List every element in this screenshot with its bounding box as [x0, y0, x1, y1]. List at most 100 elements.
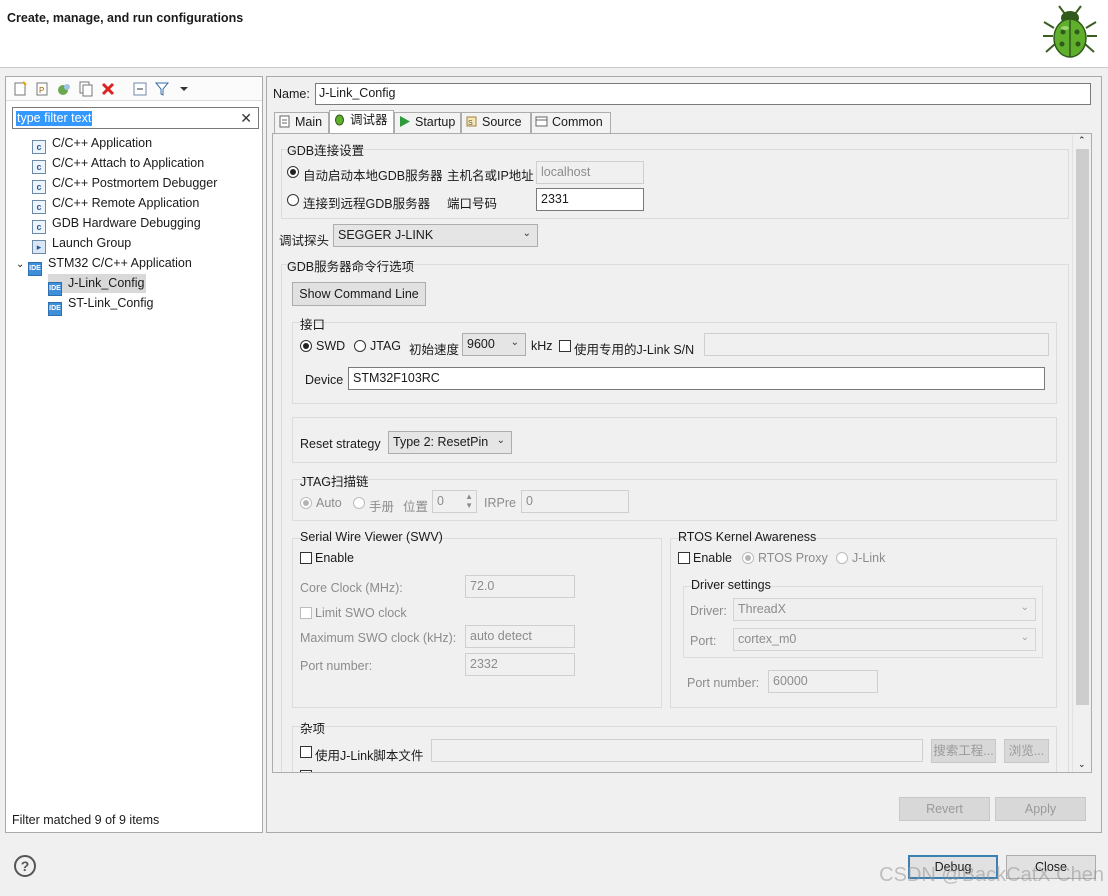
- tree-item-cpp-remote[interactable]: c C/C++ Remote Application: [32, 194, 199, 214]
- limit-swo-checkbox[interactable]: [300, 607, 312, 619]
- c-config-icon: c: [32, 200, 46, 214]
- tree-item-gdb-hardware[interactable]: c GDB Hardware Debugging: [32, 214, 201, 234]
- delete-icon[interactable]: [100, 81, 116, 97]
- duplicate-icon[interactable]: [78, 81, 94, 97]
- tab-main[interactable]: Main: [274, 112, 329, 133]
- common-icon: [535, 116, 548, 127]
- probe-select[interactable]: SEGGER J-LINK ⌄: [333, 224, 538, 247]
- rtos-proxy-radio[interactable]: [742, 552, 754, 564]
- tree-item-stm32-application[interactable]: ⌄ IDE STM32 C/C++ Application: [16, 254, 192, 276]
- revert-button[interactable]: Revert: [899, 797, 990, 821]
- rtos-jlink-radio[interactable]: [836, 552, 848, 564]
- export-icon[interactable]: [56, 81, 72, 97]
- tree-item-cpp-postmortem[interactable]: c C/C++ Postmortem Debugger: [32, 174, 217, 194]
- auto-start-label: 自动启动本地GDB服务器: [303, 169, 443, 183]
- jlink-sn-input[interactable]: [704, 333, 1049, 356]
- reset-strategy-select[interactable]: Type 2: ResetPin ⌄: [388, 431, 512, 454]
- new-config-icon[interactable]: [12, 81, 28, 97]
- swv-enable-label: Enable: [315, 551, 354, 565]
- swv-port-input[interactable]: 2332: [465, 653, 575, 676]
- jlink-sn-checkbox[interactable]: [559, 340, 571, 352]
- chevron-down-icon: ⌄: [1020, 632, 1029, 643]
- rtos-title: RTOS Kernel Awareness: [678, 530, 817, 544]
- source-icon: S: [466, 116, 477, 127]
- show-command-line-button[interactable]: Show Command Line: [292, 282, 426, 306]
- driver-settings-title: Driver settings: [691, 578, 771, 592]
- driver-label: Driver:: [690, 604, 727, 618]
- core-clock-input[interactable]: 72.0: [465, 575, 575, 598]
- tab-debugger[interactable]: 调试器: [329, 110, 394, 133]
- tree-item-launch-group[interactable]: ▸ Launch Group: [32, 234, 131, 254]
- filter-status: Filter matched 9 of 9 items: [12, 813, 160, 827]
- position-spinner[interactable]: 0 ▲ ▼: [432, 490, 477, 513]
- dialog-header: Create, manage, and run configurations: [0, 0, 1108, 68]
- apply-button[interactable]: Apply: [995, 797, 1086, 821]
- ide-config-icon: IDE: [28, 262, 42, 276]
- config-tree-panel: P type filter text ✕ c C/C++ Application …: [5, 76, 263, 833]
- tree-item-cpp-application[interactable]: c C/C++ Application: [32, 134, 152, 154]
- filter-input[interactable]: type filter text ✕: [12, 107, 259, 129]
- filter-icon[interactable]: [154, 81, 170, 97]
- rtos-port-number-input[interactable]: 60000: [768, 670, 878, 693]
- swd-label: SWD: [316, 339, 346, 353]
- swv-port-label: Port number:: [300, 659, 373, 673]
- tree-item-cpp-attach[interactable]: c C/C++ Attach to Application: [32, 154, 204, 174]
- vertical-scrollbar[interactable]: ⌃ ⌄: [1072, 135, 1091, 772]
- max-swo-label: Maximum SWO clock (kHz):: [300, 631, 457, 645]
- swd-radio[interactable]: [300, 340, 312, 352]
- scroll-down-icon[interactable]: ⌄: [1078, 759, 1086, 770]
- jtag-chain-title: JTAG扫描链: [300, 475, 369, 489]
- jtag-auto-radio[interactable]: [300, 497, 312, 509]
- help-icon[interactable]: ?: [14, 855, 36, 877]
- driver-select[interactable]: ThreadX ⌄: [733, 598, 1036, 621]
- interface-title: 接口: [300, 318, 326, 332]
- scrollbar-thumb[interactable]: [1076, 149, 1089, 705]
- watermark: CSDN @BackCatX Chen: [879, 864, 1104, 886]
- tab-source[interactable]: S Source: [461, 112, 531, 133]
- max-swo-input[interactable]: auto detect: [465, 625, 575, 648]
- speed-select[interactable]: 9600 ⌄: [462, 333, 526, 356]
- tab-startup[interactable]: Startup: [394, 112, 461, 133]
- port-input[interactable]: 2331: [536, 188, 644, 211]
- view-menu-icon[interactable]: [176, 81, 192, 97]
- rtos-port-select[interactable]: cortex_m0 ⌄: [733, 628, 1036, 651]
- device-input[interactable]: STM32F103RC: [348, 367, 1045, 390]
- extra-checkbox[interactable]: [300, 770, 312, 772]
- jtag-label: JTAG: [370, 339, 402, 353]
- browse-button[interactable]: 浏览...: [1004, 739, 1049, 763]
- probe-label: 调试探头: [279, 234, 330, 248]
- khz-label: kHz: [531, 339, 553, 353]
- name-label: Name:: [273, 87, 310, 101]
- host-input[interactable]: localhost: [536, 161, 644, 184]
- chevron-down-icon[interactable]: ⌄: [16, 255, 28, 274]
- new-prototype-icon[interactable]: P: [34, 81, 50, 97]
- jtag-auto-label: Auto: [316, 496, 342, 510]
- port-label: 端口号码: [447, 197, 498, 211]
- tree-item-stlink-config[interactable]: IDE ST-Link_Config: [48, 294, 153, 316]
- ide-config-icon: IDE: [48, 302, 62, 316]
- tree-item-jlink-config[interactable]: IDE J-Link_Config: [48, 274, 147, 296]
- rtos-proxy-label: RTOS Proxy: [758, 551, 828, 565]
- tab-common[interactable]: Common: [531, 112, 611, 133]
- irpre-label: IRPre: [484, 496, 516, 510]
- jlink-script-input[interactable]: [431, 739, 923, 762]
- scroll-up-icon[interactable]: ⌃: [1078, 135, 1086, 146]
- core-clock-label: Core Clock (MHz):: [300, 581, 403, 595]
- speed-label: 初始速度: [409, 343, 460, 357]
- auto-start-radio[interactable]: [287, 166, 299, 178]
- gdb-connection-title: GDB连接设置: [287, 144, 365, 158]
- rtos-enable-checkbox[interactable]: [678, 552, 690, 564]
- clear-icon[interactable]: ✕: [240, 110, 252, 127]
- jlink-script-checkbox[interactable]: [300, 746, 312, 758]
- search-project-button[interactable]: 搜索工程...: [931, 739, 996, 763]
- tree-toolbar: P: [6, 77, 262, 101]
- name-input[interactable]: J-Link_Config: [315, 83, 1091, 105]
- limit-swo-label: Limit SWO clock: [315, 606, 407, 620]
- swv-enable-checkbox[interactable]: [300, 552, 312, 564]
- remote-radio[interactable]: [287, 194, 299, 206]
- jtag-manual-radio[interactable]: [353, 497, 365, 509]
- jtag-radio[interactable]: [354, 340, 366, 352]
- irpre-input[interactable]: 0: [521, 490, 629, 513]
- filter-input-text[interactable]: type filter text: [16, 111, 93, 126]
- collapse-all-icon[interactable]: [132, 81, 148, 97]
